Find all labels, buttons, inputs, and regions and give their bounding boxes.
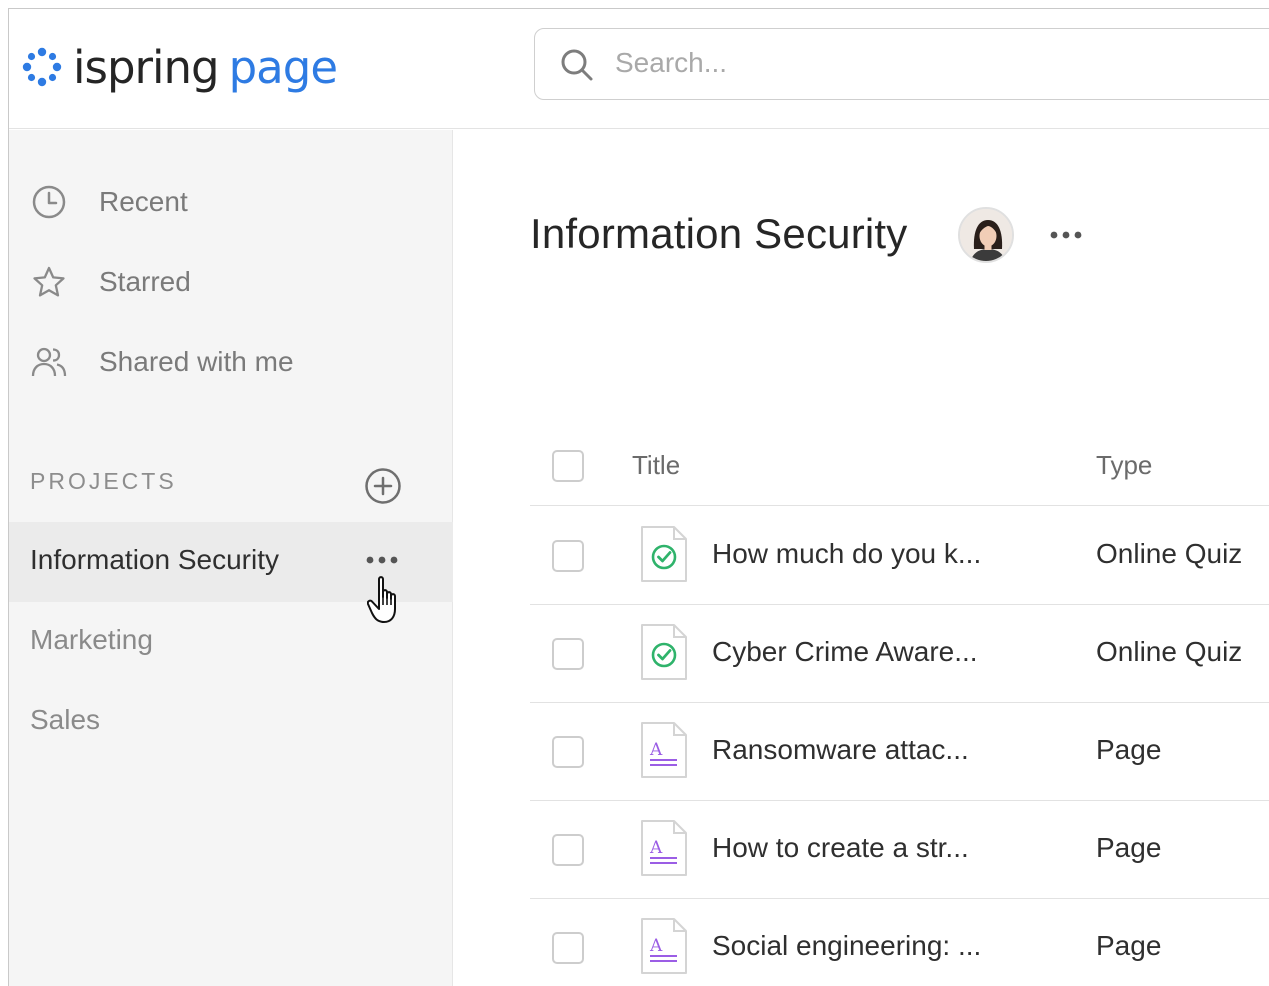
quiz-icon [641, 526, 687, 582]
row-title: How much do you k... [712, 538, 982, 569]
logo-mark-icon [22, 47, 62, 87]
app-window: ispringpage Recent Starred [8, 8, 1269, 986]
top-header: ispring page [9, 9, 1269, 129]
page-icon: A [641, 918, 687, 974]
project-item-label: Information Security [30, 544, 279, 575]
project-item-label: Sales [30, 704, 101, 735]
sidebar: Recent Starred Shared with me PROJECTS I… [9, 130, 453, 986]
row-type: Page [1096, 930, 1162, 961]
quiz-icon [641, 624, 687, 680]
sidebar-item-starred[interactable]: Starred [9, 252, 452, 312]
sidebar-item-label: Shared with me [99, 346, 294, 377]
table-header: Title Type [530, 430, 1269, 506]
row-checkbox[interactable] [552, 932, 584, 964]
more-options-icon[interactable] [1048, 227, 1088, 243]
more-options-icon[interactable] [364, 552, 404, 568]
sidebar-item-label: Recent [99, 186, 188, 217]
page-icon: A [641, 722, 687, 778]
hand-pointer-cursor-icon [367, 576, 396, 623]
sidebar-item-label: Starred [99, 266, 191, 297]
row-checkbox[interactable] [552, 834, 584, 866]
row-type: Page [1096, 734, 1162, 765]
logo-word-page: page [228, 40, 338, 94]
star-icon [33, 266, 65, 297]
sidebar-item-shared-with-me[interactable]: Shared with me [9, 332, 452, 392]
search-icon [561, 49, 593, 81]
column-header-title[interactable]: Title [632, 450, 680, 481]
svg-text:A: A [649, 740, 663, 760]
search-box[interactable] [534, 28, 1269, 100]
row-checkbox[interactable] [552, 736, 584, 768]
row-title: How to create a str... [712, 832, 969, 863]
row-checkbox[interactable] [552, 540, 584, 572]
projects-heading: PROJECTS [30, 468, 177, 494]
avatar[interactable] [958, 207, 1014, 263]
column-header-type[interactable]: Type [1096, 450, 1152, 481]
row-type: Online Quiz [1096, 538, 1243, 569]
row-title: Ransomware attac... [712, 734, 969, 765]
table-row[interactable]: How much do you k... Online Quiz [530, 507, 1269, 605]
project-item-sales[interactable]: Sales [9, 682, 453, 762]
page-icon: A [641, 820, 687, 876]
svg-text:A: A [649, 936, 663, 956]
add-project-icon[interactable] [364, 467, 402, 505]
project-item-label: Marketing [30, 624, 153, 655]
logo-word-ispring: ispring [73, 40, 220, 94]
clock-icon [32, 185, 66, 219]
select-all-checkbox[interactable] [552, 450, 584, 482]
row-type: Online Quiz [1096, 636, 1243, 667]
table-row[interactable]: Cyber Crime Aware... Online Quiz [530, 605, 1269, 703]
users-icon [31, 347, 67, 377]
page-title: Information Security [530, 210, 908, 257]
row-title: Social engineering: ... [712, 930, 982, 961]
table-row[interactable]: A Ransomware attac... Page [530, 703, 1269, 801]
svg-text:A: A [649, 838, 663, 858]
search-input[interactable] [615, 43, 1215, 83]
table-row[interactable]: A How to create a str... Page [530, 801, 1269, 899]
row-checkbox[interactable] [552, 638, 584, 670]
ispring-page-logo[interactable]: ispring page [21, 37, 338, 97]
main-content: Information Security Title Type How much… [454, 130, 1269, 986]
table-row[interactable]: A Social engineering: ... Page [530, 899, 1269, 986]
sidebar-item-recent[interactable]: Recent [9, 172, 452, 232]
user-avatar-icon [960, 209, 1012, 261]
row-title: Cyber Crime Aware... [712, 636, 978, 667]
row-type: Page [1096, 832, 1162, 863]
